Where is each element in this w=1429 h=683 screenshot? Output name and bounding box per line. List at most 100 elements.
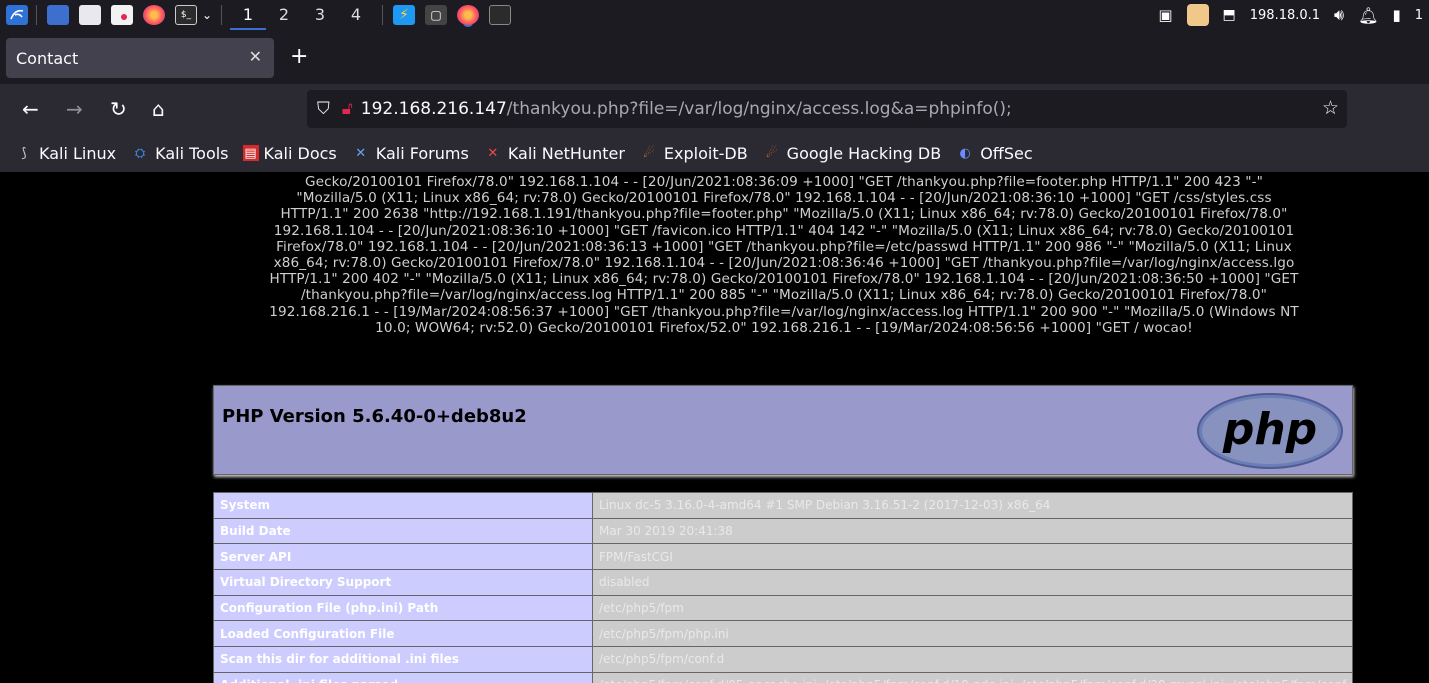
workspace-3[interactable]: 3: [302, 0, 338, 30]
bookmark-label: Kali Forums: [375, 143, 469, 163]
phpinfo-value: /etc/php5/fpm/php.ini: [592, 620, 1353, 648]
show-desktop-icon[interactable]: [47, 5, 69, 25]
workspace-1[interactable]: 1: [230, 0, 266, 30]
system-tray: ▣ ⬒ 198.18.0.1 🔊︎ 🔔︎ ▮ 1: [1158, 0, 1429, 30]
back-button[interactable]: ←: [22, 97, 39, 121]
taskbar-separator: [221, 5, 222, 25]
display-icon[interactable]: ▣: [1158, 6, 1172, 24]
clock[interactable]: 1: [1415, 8, 1423, 23]
browser-tab[interactable]: Contact ✕: [6, 38, 274, 78]
phpinfo-value: FPM/FastCGI: [592, 543, 1353, 571]
url-path[interactable]: /thankyou.php?file=/var/log/nginx/access…: [507, 99, 1012, 119]
file-manager-icon[interactable]: [79, 5, 101, 25]
log-line: 192.168.1.104 - - [20/Jun/2021:08:36:10 …: [273, 222, 1295, 239]
bookmark-google-hacking-db[interactable]: ☄ Google Hacking DB: [762, 143, 942, 163]
log-line: /thankyou.php?file=/var/log/nginx/access…: [300, 287, 1268, 304]
phpinfo-key: Server API: [213, 543, 593, 571]
exploit-db-icon: ☄: [643, 145, 655, 161]
log-line: x86_64; rv:78.0) Gecko/20100101 Firefox/…: [273, 255, 1295, 272]
phpinfo-key: Additional .ini files parsed: [213, 671, 593, 683]
kali-docs-icon: ▤: [242, 145, 259, 161]
phpinfo-row: System Linux dc-5 3.16.0-4-amd64 #1 SMP D…: [213, 492, 1353, 519]
battery-icon[interactable]: ▮: [1392, 6, 1400, 24]
close-tab-icon[interactable]: ✕: [249, 47, 262, 66]
log-line: 10.0; WOW64; rv:52.0) Gecko/20100101 Fir…: [375, 319, 1193, 336]
bookmark-exploit-db[interactable]: ☄ Exploit-DB: [639, 144, 748, 163]
bookmark-label: Kali NetHunter: [507, 143, 625, 163]
bookmark-kali-forums[interactable]: ✕ Kali Forums: [351, 144, 469, 163]
firefox-window-icon[interactable]: [457, 5, 479, 25]
phpinfo-row: Virtual Directory Support disabled: [213, 569, 1353, 596]
ip-address: 198.18.0.1: [1249, 7, 1321, 23]
php-logo[interactable]: php: [1196, 392, 1344, 470]
phpinfo-key: Build Date: [213, 517, 593, 545]
phpinfo-row: Scan this dir for additional .ini files /…: [213, 646, 1353, 673]
terminal-window-icon[interactable]: [489, 5, 511, 25]
log-line: "Mozilla/5.0 (X11; Linux x86_64; rv:78.0…: [296, 190, 1272, 207]
shield-icon[interactable]: ⛉: [317, 99, 330, 119]
notification-bell-icon[interactable]: 🔔︎: [1358, 6, 1378, 25]
url-host[interactable]: 192.168.216.147: [361, 99, 507, 119]
user-avatar-icon[interactable]: [1186, 4, 1209, 26]
phpinfo-row: Build Date Mar 30 2019 20:41:38: [213, 517, 1353, 545]
terminal-icon[interactable]: $_: [175, 5, 197, 25]
log-line: Firefox/78.0" 192.168.1.104 - - [20/Jun/…: [276, 238, 1292, 255]
phpinfo-value: disabled: [592, 569, 1353, 596]
bookmark-label: Kali Linux: [39, 143, 117, 163]
url-bar[interactable]: ⛉ 🔓︎ 192.168.216.147/thankyou.php?file=/…: [307, 90, 1347, 128]
phpinfo-key: Virtual Directory Support: [213, 569, 593, 596]
phpinfo-key: Loaded Configuration File: [213, 620, 593, 648]
phpinfo-key: Configuration File (php.ini) Path: [213, 594, 593, 622]
network-icon[interactable]: ⬒: [1223, 7, 1236, 23]
app-window-icon[interactable]: ⚡: [393, 5, 415, 25]
home-button[interactable]: ⌂: [152, 97, 165, 121]
taskbar-separator: [36, 5, 37, 25]
phpinfo-key: Scan this dir for additional .ini files: [213, 646, 593, 673]
log-line: HTTP/1.1" 200 402 "-" "Mozilla/5.0 (X11;…: [269, 271, 1299, 288]
bookmark-offsec[interactable]: ◐ OffSec: [955, 144, 1033, 163]
workspace-2[interactable]: 2: [266, 0, 302, 30]
reload-button[interactable]: ↻: [110, 97, 127, 121]
php-version-title: PHP Version 5.6.40-0+deb8u2: [222, 406, 527, 427]
insecure-lock-icon[interactable]: 🔓︎: [342, 99, 353, 119]
bookmark-label: Google Hacking DB: [786, 143, 942, 163]
nethunter-icon: ✕: [487, 145, 499, 161]
bookmark-kali-linux[interactable]: ⟆ Kali Linux: [14, 144, 116, 163]
bookmark-kali-tools[interactable]: ⛭ Kali Tools: [130, 143, 229, 163]
phpinfo-row: Loaded Configuration File/etc/php5/fpm/p…: [213, 620, 1353, 648]
log-line: HTTP/1.1" 200 2638 "http://192.168.1.191…: [280, 206, 1288, 223]
taskbar: $_ ⌄ 1 2 3 4 ⚡ ▢ ▣ ⬒ 198.18.0.1 🔊︎ 🔔︎ ▮ …: [0, 0, 1429, 30]
kali-dragon-icon: ⟆: [21, 145, 27, 161]
bookmark-label: Kali Tools: [155, 143, 229, 163]
kali-menu-icon[interactable]: [6, 5, 28, 25]
text-editor-icon[interactable]: [111, 5, 133, 25]
phpinfo-value: Linux dc-5 3.16.0-4-amd64 #1 SMP Debian …: [592, 492, 1353, 519]
volume-icon[interactable]: 🔊︎: [1334, 5, 1344, 25]
bookmarks-toolbar: ⟆ Kali Linux ⛭ Kali Tools ▤ Kali Docs ✕ Kali…: [0, 134, 1429, 172]
bookmark-kali-nethunter[interactable]: ✕ Kali NetHunter: [483, 144, 625, 163]
bookmark-star-icon[interactable]: ☆: [1322, 97, 1339, 119]
bookmark-kali-docs[interactable]: ▤ Kali Docs: [242, 143, 337, 163]
access-log-output: Gecko/20100101 Firefox/78.0" 192.168.1.1…: [196, 174, 1372, 336]
forward-button[interactable]: →: [66, 97, 83, 121]
phpinfo-value: /etc/php5/fpm: [592, 594, 1353, 622]
new-tab-button[interactable]: +: [290, 44, 308, 69]
offsec-icon: ◐: [959, 145, 971, 161]
bookmark-label: Exploit-DB: [663, 143, 748, 163]
phpinfo-header: PHP Version 5.6.40-0+deb8u2 php: [213, 385, 1353, 475]
phpinfo-table: System Linux dc-5 3.16.0-4-amd64 #1 SMP D…: [213, 492, 1353, 683]
app-window-icon[interactable]: ▢: [425, 5, 447, 25]
kali-forums-icon: ✕: [355, 145, 367, 161]
phpinfo-key: System: [213, 492, 593, 519]
phpinfo-value: /etc/php5/fpm/conf.d: [592, 646, 1353, 673]
chevron-down-icon[interactable]: ⌄: [201, 5, 213, 25]
tab-title: Contact: [16, 48, 79, 68]
phpinfo-row: Configuration File (php.ini) Path/etc/ph…: [213, 594, 1353, 622]
bookmark-label: Kali Docs: [263, 143, 337, 163]
page-content: Gecko/20100101 Firefox/78.0" 192.168.1.1…: [0, 172, 1429, 683]
firefox-icon[interactable]: [143, 5, 165, 25]
ghdb-icon: ☄: [765, 145, 778, 161]
tab-strip: Contact ✕ +: [0, 38, 1429, 80]
taskbar-separator: [382, 5, 383, 25]
workspace-4[interactable]: 4: [338, 0, 374, 30]
